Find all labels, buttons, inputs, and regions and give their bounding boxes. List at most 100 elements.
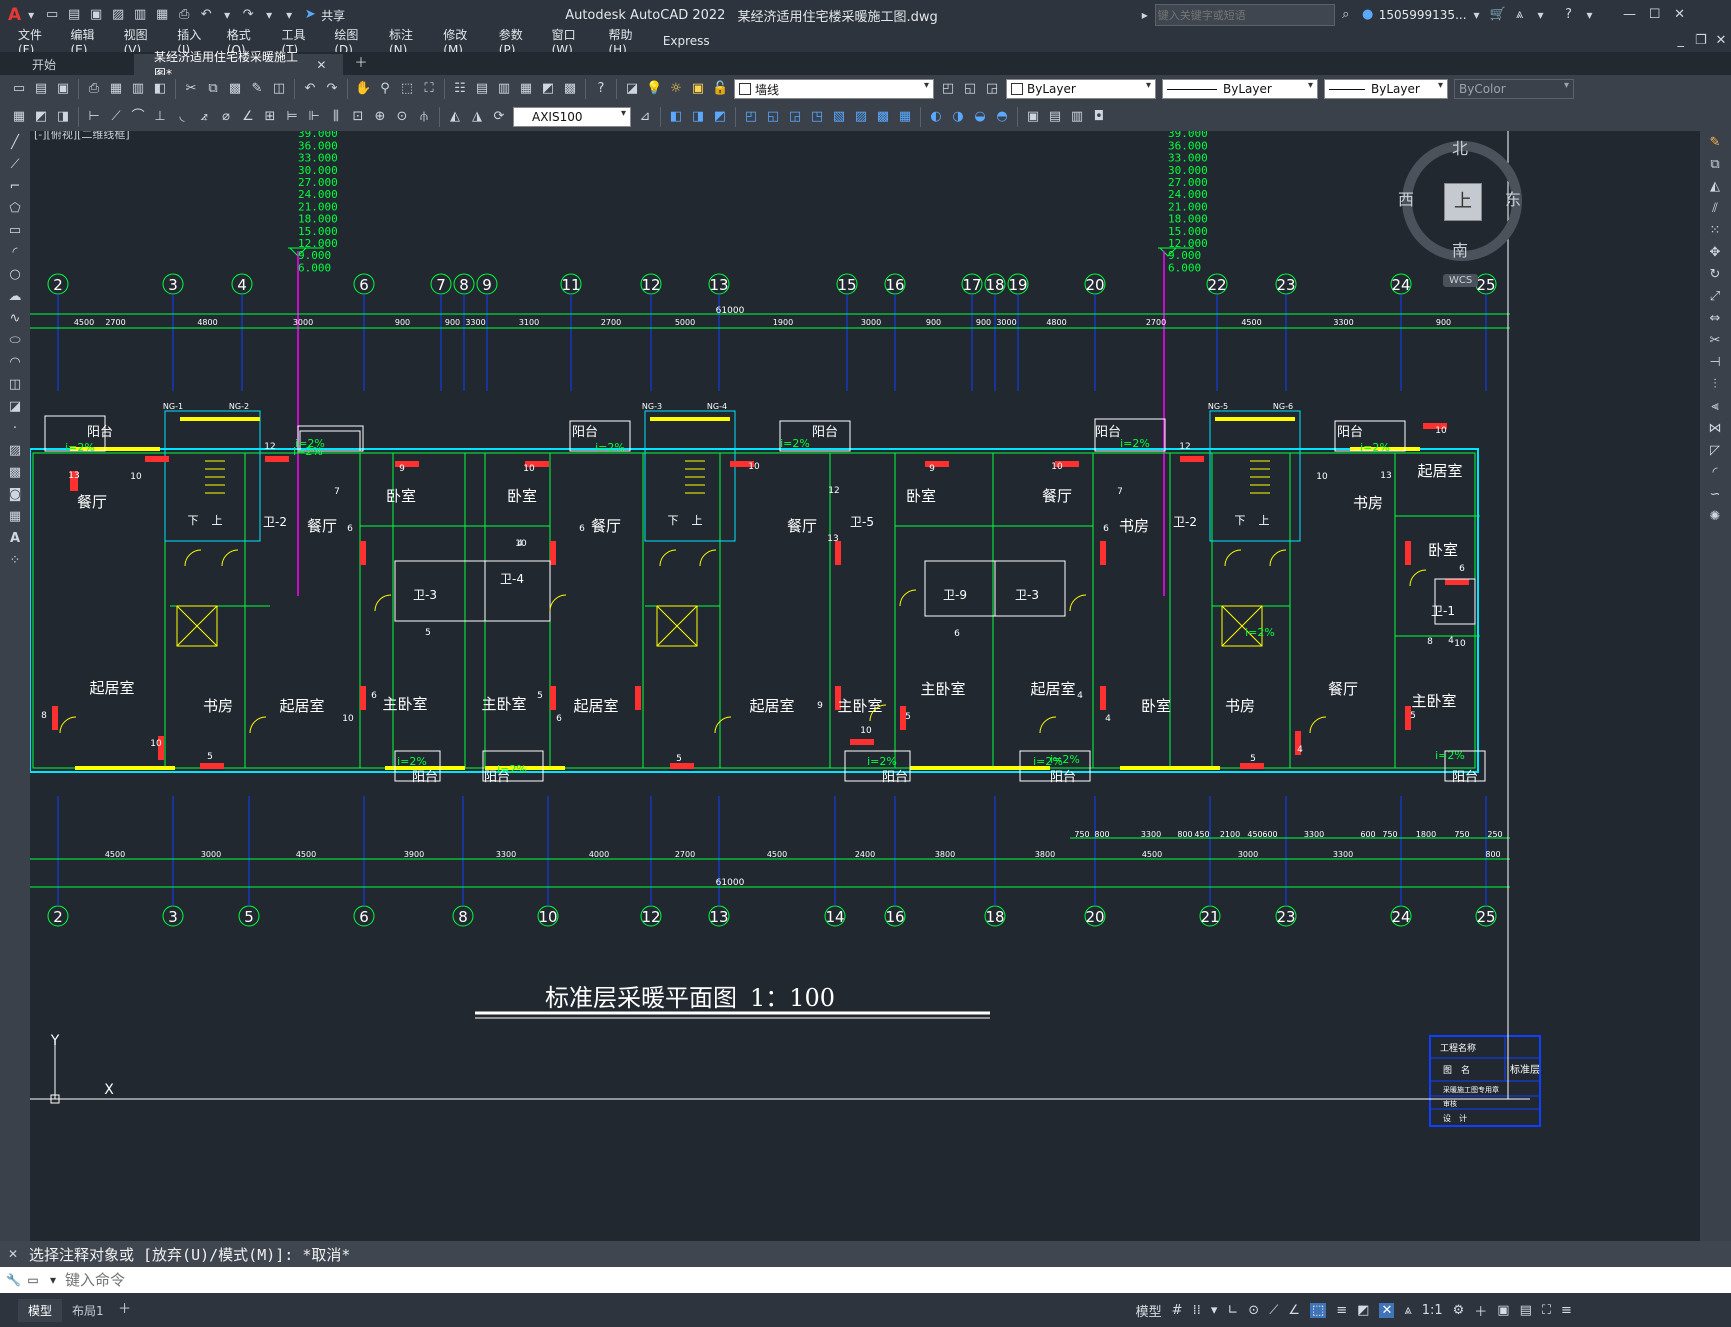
doc-restore-icon[interactable]: ❐ [1694, 33, 1708, 49]
tab-start[interactable]: 开始 [0, 54, 134, 75]
properties-icon[interactable]: ☷ [452, 81, 468, 97]
dim-arc-icon[interactable]: ⌒ [130, 109, 146, 125]
modify-move-icon[interactable]: ▨ [853, 109, 869, 125]
move-tool-icon[interactable]: ✥ [1705, 243, 1725, 263]
3d-print-icon[interactable]: ◧ [152, 81, 168, 97]
color-dropdown[interactable]: ByLayer ▾ [1006, 79, 1156, 99]
layer-states-icon[interactable]: ◲ [984, 81, 1000, 97]
plot-icon[interactable]: ⎙ [176, 7, 192, 23]
minimize-icon[interactable]: — [1622, 7, 1638, 23]
arc-tool-icon[interactable]: ◜ [5, 243, 25, 263]
revcloud-tool-icon[interactable]: ☁ [5, 287, 25, 307]
lineweight-dropdown[interactable]: ByLayer ▾ [1324, 79, 1448, 99]
layer-properties-icon[interactable]: ◪ [624, 81, 640, 97]
table-tool-icon[interactable]: ▦ [5, 507, 25, 527]
preview-icon[interactable]: ▦ [108, 81, 124, 97]
matchprop-icon[interactable]: ✎ [249, 81, 265, 97]
modify-scale-icon[interactable]: ▦ [897, 109, 913, 125]
view-iso-icon[interactable]: ◘ [1091, 109, 1107, 125]
blend-tool-icon[interactable]: ∽ [1705, 485, 1725, 505]
solid-union-icon[interactable]: ◐ [928, 109, 944, 125]
save-web-icon[interactable]: ▦ [154, 7, 170, 23]
line-tool-icon[interactable]: ╱ [5, 133, 25, 153]
draworder-icon[interactable]: ◨ [55, 109, 71, 125]
array-tool-icon[interactable]: ⁙ [1705, 221, 1725, 241]
open-icon[interactable]: ▤ [33, 81, 49, 97]
solid-subtract-icon[interactable]: ◑ [950, 109, 966, 125]
menu-express[interactable]: Express [663, 34, 710, 48]
save-icon[interactable]: ▣ [88, 7, 104, 23]
dimedit-icon[interactable]: ◭ [447, 109, 463, 125]
stretch-tool-icon[interactable]: ⇔ [1705, 309, 1725, 329]
share-icon[interactable]: ➤ [302, 7, 318, 23]
make-block-tool-icon[interactable]: ◪ [5, 397, 25, 417]
mtext-tool-icon[interactable]: A [5, 529, 25, 549]
modify-mirror-icon[interactable]: ◲ [787, 109, 803, 125]
view-top-icon[interactable]: ▣ [1025, 109, 1041, 125]
dimstyle-dropdown[interactable]: AXIS100 ▾ [513, 107, 631, 127]
layer-dropdown[interactable]: 墙线 ▾ [734, 79, 934, 99]
dim-aligned-icon[interactable]: ⟋ [108, 109, 124, 125]
redo-icon[interactable]: ↷ [240, 7, 256, 23]
add-layout-icon[interactable]: ＋ [117, 1302, 133, 1318]
workspace-icon[interactable]: ▦ [11, 109, 27, 125]
dim-space-icon[interactable]: ⫼ [328, 109, 344, 125]
add-selected-tool-icon[interactable]: ⁘ [5, 551, 25, 571]
dim-jogged-icon[interactable]: ⦨ [196, 109, 212, 125]
layer-previous-icon[interactable]: ◱ [962, 81, 978, 97]
dim-diameter-icon[interactable]: ⌀ [218, 109, 234, 125]
doc-minimize-icon[interactable]: _ [1674, 33, 1688, 49]
help-icon[interactable]: ? [1561, 7, 1577, 23]
snap-icon[interactable]: ⁞⁞ [1193, 1303, 1201, 1318]
zoom-window-icon[interactable]: ⬚ [399, 81, 415, 97]
inspect-icon[interactable]: ⊙ [394, 109, 410, 125]
autoscale-icon[interactable]: ⩓ [1404, 1303, 1411, 1318]
solid-slice-icon[interactable]: ◓ [994, 109, 1010, 125]
search-icon[interactable]: ⌕ [1338, 7, 1354, 23]
search-input[interactable] [1154, 4, 1335, 26]
expand-search-icon[interactable]: ▸ [1138, 7, 1152, 23]
autodesk-app-icon[interactable]: ⩓ [1512, 7, 1528, 23]
circle-tool-icon[interactable]: ○ [5, 265, 25, 285]
trim-tool-icon[interactable]: ✂ [1705, 331, 1725, 351]
save-icon[interactable]: ▣ [55, 81, 71, 97]
insert-block-tool-icon[interactable]: ◫ [5, 375, 25, 395]
polar-icon[interactable]: ⊙ [1248, 1303, 1259, 1318]
polyline-tool-icon[interactable]: ⌐ [5, 177, 25, 197]
center-mark-icon[interactable]: ⊕ [372, 109, 388, 125]
region-tool-icon[interactable]: ◙ [5, 485, 25, 505]
recent-commands-icon[interactable]: ▭ [26, 1272, 40, 1288]
gradient-tool-icon[interactable]: ▩ [5, 463, 25, 483]
modify-array-icon[interactable]: ▧ [831, 109, 847, 125]
snap-arrow-icon[interactable]: ▾ [1211, 1303, 1218, 1318]
polygon-tool-icon[interactable]: ⬠ [5, 199, 25, 219]
ortho-icon[interactable]: ∟ [1227, 1303, 1238, 1318]
user-menu-arrow-icon[interactable]: ▾ [1470, 7, 1484, 23]
redo-list-icon[interactable]: ▾ [262, 7, 276, 23]
qnew-icon[interactable]: ▭ [11, 81, 27, 97]
open-icon[interactable]: ▤ [66, 7, 82, 23]
command-input[interactable] [63, 1270, 1567, 1290]
redo-icon[interactable]: ↷ [324, 81, 340, 97]
tolerance-icon[interactable]: ⊡ [350, 109, 366, 125]
new-icon[interactable]: ▭ [44, 7, 60, 23]
user-name[interactable]: 1505999135... [1379, 8, 1467, 22]
annotation-visibility-icon[interactable]: ✕ [1379, 1302, 1395, 1318]
design-center-icon[interactable]: ▤ [474, 81, 490, 97]
rotate-tool-icon[interactable]: ↻ [1705, 265, 1725, 285]
help-arrow-icon[interactable]: ▾ [1583, 7, 1597, 23]
tab-drawing[interactable]: 某经济适用住宅楼采暖施工图* ✕ [134, 50, 343, 81]
drawing-canvas[interactable]: 42.00039.00036.00033.00030.00027.00024.0… [30, 131, 1700, 1241]
cart-icon[interactable]: 🛒 [1490, 7, 1506, 23]
dim-linear-icon[interactable]: ⊢ [86, 109, 102, 125]
hatch-tool-icon[interactable]: ▨ [5, 441, 25, 461]
layout-tab-1[interactable]: 布局1 [62, 1299, 114, 1322]
paste-icon[interactable]: ▩ [227, 81, 243, 97]
join-tool-icon[interactable]: ⋈ [1705, 419, 1725, 439]
layout-tab-model[interactable]: 模型 [18, 1298, 63, 1322]
ucs-icon[interactable]: ◧ [668, 109, 684, 125]
point-tool-icon[interactable]: · [5, 419, 25, 439]
fillet-tool-icon[interactable]: ◜ [1705, 463, 1725, 483]
isodraft-icon[interactable]: ⟋ [1269, 1303, 1278, 1318]
pan-icon[interactable]: ✋ [355, 81, 371, 97]
